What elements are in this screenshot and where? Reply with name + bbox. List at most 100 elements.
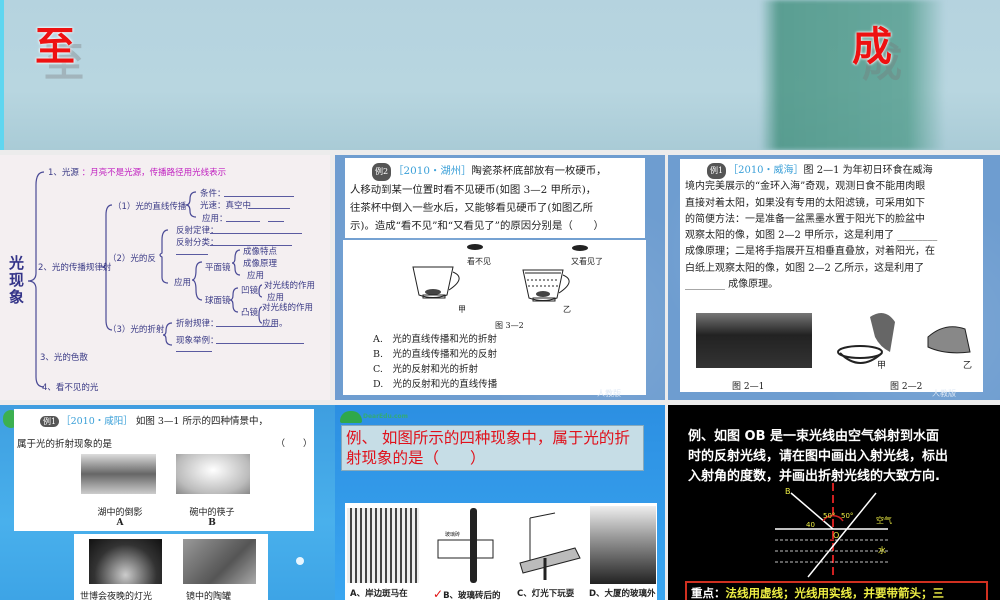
mindmap-use3: 应用 (247, 271, 265, 281)
mindmap-title: 光现象 (9, 254, 25, 306)
lamp-figure (519, 512, 581, 580)
caption-d[interactable]: D、大厦的玻璃外 (589, 587, 656, 599)
key-point-box: 重点：法线用虚线；光线用实线，并要带箭头；三 (685, 581, 988, 600)
slide-example-weihai[interactable]: 例1 ［2010・威海］图 2—1 为年初日环食在威海 境内完美展示的“金环入海”… (668, 155, 1000, 400)
option-a[interactable]: A. 光的直线传播和光的折射 (373, 332, 497, 347)
question-text: 例、如图 OB 是一束光线由空气斜射到水面 时的反射光线，请在图中画出入射光线，标… (688, 429, 949, 484)
mindmap-examples: 现象举例： (176, 336, 219, 346)
caption-c: 世博会夜晚的灯光 (80, 592, 153, 600)
caption-fig2: 图 2—2 (890, 382, 923, 392)
photo-mirror-jar (183, 539, 256, 584)
caption-b: 碗中的筷子 B (189, 508, 235, 528)
mindmap-use2: 应用 (174, 278, 192, 288)
label-o: O (833, 531, 840, 540)
mindmap-cond: 条件： (200, 189, 226, 199)
caption-a[interactable]: A、岸边斑马在 (350, 587, 408, 599)
mindmap-effect1: 对光线的作用 (264, 281, 316, 291)
figure-strip: 玻璃砖 A、岸边斑马在 ✓B、玻璃砖后的 C、灯光下玩耍 D、大厦的玻璃外 (345, 503, 657, 600)
option-b[interactable]: B. 光的直线传播和光的反射 (373, 347, 497, 362)
label-jia: 甲 (458, 305, 466, 314)
mindmap-use1: 应用： (202, 214, 228, 224)
mindmap-refl-law: 反射定律： (176, 226, 219, 236)
mindmap-use5: 应用。 (262, 319, 288, 329)
question-card-2: 世博会夜晚的灯光 镜中的陶罐 (74, 534, 268, 600)
question-line: 人移动到某一位置时看不见硬币(如图 3—2 甲所示)， (350, 184, 597, 196)
mindmap-item-2: 2、光的传播规律射 (38, 263, 112, 273)
mindmap-sub-1: （1）光的直线传播 (113, 202, 187, 212)
mindmap-sub-2: （2）光的反 (108, 254, 156, 264)
eclipse-photo (696, 313, 812, 368)
label-yi: 乙 (563, 305, 571, 314)
label-b: B (785, 487, 791, 496)
slide-mindmap[interactable]: 1、光源 ：月亮不是光源，传播路径用光线表示 光现象 2、光的传播规律射 （1）… (0, 155, 330, 400)
answer-options: A. 光的直线传播和光的折射 B. 光的直线传播和光的反射 C. 光的反射和光的… (373, 332, 497, 392)
watermark: 人教版 (597, 389, 621, 398)
banner-edge (0, 0, 4, 150)
question-line: 属于光的折射现象的是 (17, 439, 113, 450)
mindmap-refl-type: 反射分类： (176, 238, 219, 248)
banner-char-right: 成 (852, 23, 892, 70)
question-line: 例1 ［2010・咸阳］ 如图 3—1 所示的四种情景中， (40, 413, 268, 427)
mindmap-concave: 凹镜 (241, 286, 259, 296)
caption-d: 镜中的陶罐 (186, 592, 232, 600)
photo-bowl-chopsticks (176, 454, 250, 494)
option-d[interactable]: D. 光的反射和光的直线传播 (373, 377, 497, 392)
question-text: 例、 如图所示的四种现象中，属于光的折射现象的是（ ） (346, 429, 630, 467)
slide-example-ob[interactable]: 例、如图 OB 是一束光线由空气斜射到水面 时的反射光线，请在图中画出入射光线，标… (668, 405, 1000, 600)
label-water: 水 (878, 546, 886, 555)
label-seen: 又看见了 (571, 257, 603, 266)
figure-caption: 图 3—2 (495, 321, 524, 330)
mindmap-braces (27, 171, 263, 388)
question-line: 示)。造成“看不见”和“又看见了”的原因分别是（ ） (350, 220, 604, 232)
banner-char-left: 至 (35, 23, 75, 70)
question-card: 例1 ［2010・威海］图 2—1 为年初日环食在威海 境内完美展示的“金环入海”… (680, 159, 983, 392)
caption-fig1: 图 2—1 (732, 382, 765, 392)
label-angle-50-left: 50° (823, 512, 836, 520)
figure-card: 看不见 又看见了 甲 乙 图 3—2 A. 光的直线传播和光的折射 B. 光的直… (343, 240, 646, 395)
photo-building (590, 506, 656, 584)
slide-example-refraction[interactable]: DearEdu.com 例、 如图所示的四种现象中，属于光的折射现象的是（ ） … (335, 405, 665, 600)
caption-b[interactable]: ✓B、玻璃砖后的 (433, 587, 501, 600)
mindmap-item-4: 4、看不见的光 (42, 383, 99, 393)
label-air: 空气 (876, 516, 892, 525)
mindmap-img-feat: 成像特点 (243, 247, 278, 257)
basin-hand-figure (837, 313, 971, 364)
photo-zebras (347, 508, 419, 583)
question-text: 例1 ［2010・威海］图 2—1 为年初日环食在威海 境内完美展示的“金环入海”… (685, 163, 938, 291)
logo-text: DearEdu.com (363, 413, 408, 420)
photo-expo-lights (89, 539, 162, 584)
logo-icon (340, 411, 362, 423)
mindmap-sphere: 球面镜 (205, 296, 231, 306)
mindmap-speed: 光速：真空中 (200, 201, 252, 211)
caption-c[interactable]: C、灯光下玩耍 (517, 587, 574, 599)
caption-a: 湖中的倒影 A (97, 508, 143, 528)
mindmap-sub-3: （3）光的折射 (108, 325, 165, 335)
mindmap-refr-law: 折射规律： (176, 319, 219, 329)
question-card: 例1 ［2010・咸阳］ 如图 3—1 所示的四种情景中， 属于光的折射现象的是 … (14, 409, 314, 531)
mindmap-item-3: 3、光的色散 (40, 353, 88, 363)
slide-example-huzhou[interactable]: 例2 ［2010・湖州］陶瓷茶杯底部放有一枚硬币， 人移动到某一位置时看不见硬币(… (335, 155, 665, 400)
question-card: 例2 ［2010・湖州］陶瓷茶杯底部放有一枚硬币， 人移动到某一位置时看不见硬币(… (345, 158, 645, 238)
mindmap-img-prin: 成像原理 (243, 259, 278, 269)
label-jia: 甲 (877, 361, 887, 371)
option-c[interactable]: C. 光的反射和光的折射 (373, 362, 497, 377)
mindmap-plane: 平面镜 (205, 263, 231, 273)
label-angle-40: 40 (806, 521, 815, 529)
slide-example-xianyang[interactable]: 例1 ［2010・咸阳］ 如图 3—1 所示的四种情景中， 属于光的折射现象的是 … (0, 405, 335, 600)
question-line: 例2 ［2010・湖州］陶瓷茶杯底部放有一枚硬币， (350, 162, 640, 181)
label-yi: 乙 (963, 361, 973, 371)
label-unseen: 看不见 (467, 257, 491, 266)
mindmap-convex: 凸镜 (241, 308, 259, 318)
question-line: 往茶杯中倒入一些水后，又能够看见硬币了(如图乙所 (350, 202, 594, 214)
title-banner: 至 至 成 成 (0, 0, 1000, 150)
photo-lake-reflection (81, 454, 156, 494)
decor-dot (296, 557, 304, 565)
cup-figure (412, 244, 588, 302)
question-box: 例、 如图所示的四种现象中，属于光的折射现象的是（ ） (341, 425, 644, 471)
glass-brick-figure: 玻璃砖 (437, 508, 494, 583)
mindmap-effect2: 对光线的作用 (262, 303, 314, 313)
answer-blank[interactable]: （ ） (276, 436, 312, 449)
label-angle-50-right: 50° (841, 512, 854, 520)
watermark: 人教版 (932, 389, 956, 398)
mindmap-item-1: 1、光源 ：月亮不是光源，传播路径用光线表示 (48, 168, 227, 178)
